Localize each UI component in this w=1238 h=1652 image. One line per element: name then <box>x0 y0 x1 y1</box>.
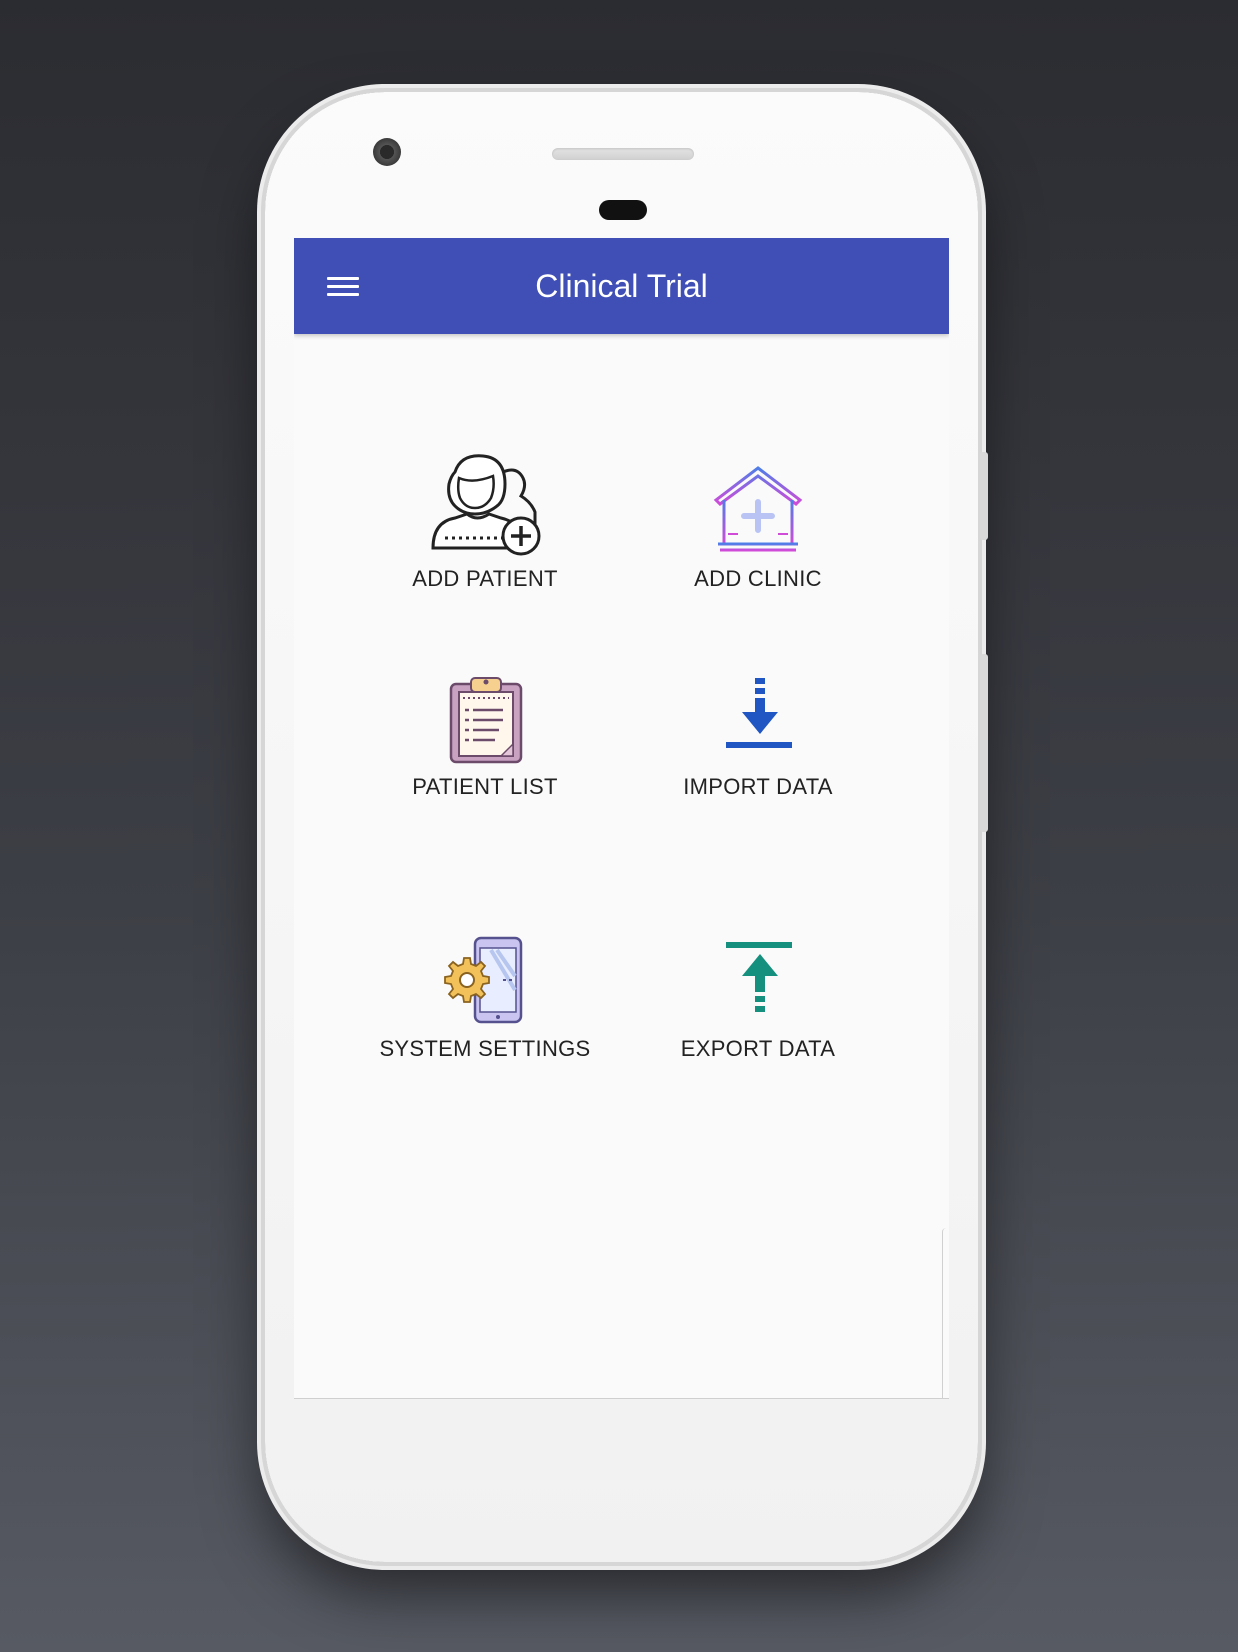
tile-label: ADD PATIENT <box>412 566 558 591</box>
scrollbar[interactable] <box>942 1228 949 1398</box>
tile-label: EXPORT DATA <box>680 1036 836 1061</box>
export-data-button[interactable]: EXPORT DATA <box>628 916 888 1086</box>
phone-settings-icon <box>425 916 545 1026</box>
add-clinic-button[interactable]: ADD CLINIC <box>628 446 888 616</box>
tile-label: ADD CLINIC <box>694 566 822 591</box>
import-data-button[interactable]: IMPORT DATA <box>628 654 888 824</box>
power-button <box>980 452 988 540</box>
tile-label: IMPORT DATA <box>683 774 833 799</box>
patient-list-button[interactable]: PATIENT LIST <box>355 654 615 824</box>
upload-arrow-icon <box>698 916 818 1026</box>
clipboard-list-icon <box>425 654 545 764</box>
add-clinic-icon <box>698 446 818 556</box>
screen-bottom-edge <box>294 1398 949 1399</box>
hamburger-menu-icon[interactable] <box>324 268 364 304</box>
phone-frame: Clinical Trial ADD PATIENT ADD CLINIC PA… <box>265 92 988 1562</box>
app-bar: Clinical Trial <box>294 238 949 334</box>
proximity-sensor <box>599 200 647 220</box>
add-patient-button[interactable]: ADD PATIENT <box>355 446 615 616</box>
system-settings-button[interactable]: SYSTEM SETTINGS <box>355 916 615 1086</box>
front-camera <box>373 138 401 166</box>
volume-button <box>980 654 988 832</box>
add-patient-icon <box>425 446 545 556</box>
app-screen: Clinical Trial ADD PATIENT ADD CLINIC PA… <box>294 238 949 1398</box>
download-arrow-icon <box>698 654 818 764</box>
app-title: Clinical Trial <box>535 268 708 304</box>
tile-label: PATIENT LIST <box>412 774 558 799</box>
earpiece-speaker <box>552 148 694 160</box>
tile-label: SYSTEM SETTINGS <box>379 1036 591 1061</box>
